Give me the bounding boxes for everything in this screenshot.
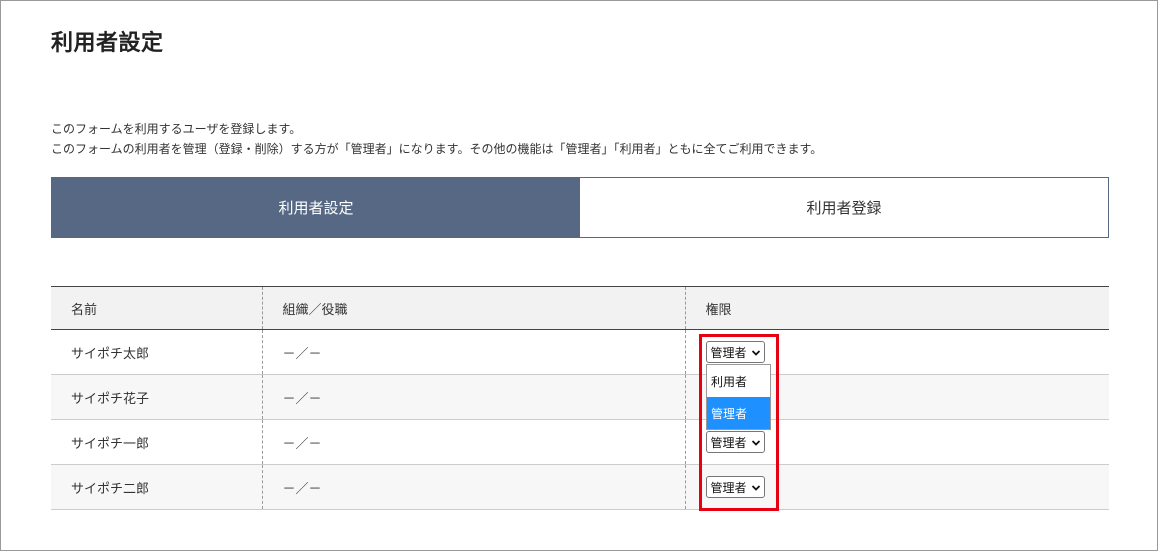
table-row: サイポチ太郎 －／－ 管理者 [51,329,1109,375]
chevron-down-icon [751,437,761,447]
user-name-cell: サイポチ一郎 [51,419,262,465]
role-select-value: 管理者 [710,345,747,360]
role-select-value: 管理者 [710,435,747,450]
header-organization-position: 組織／役職 [261,286,685,330]
user-org-cell: －／－ [261,329,685,375]
page-frame: 利用者設定 このフォームを利用するユーザを登録します。 このフォームの利用者を管… [0,0,1158,551]
role-option-user[interactable]: 利用者 [707,365,770,397]
table-row: サイポチ二郎 －／－ 管理者 [51,464,1109,510]
role-select[interactable]: 管理者 [705,341,765,363]
user-role-cell: 管理者 [684,464,1109,510]
table-row: サイポチ一郎 －／－ 管理者 [51,419,1109,465]
tab-bar: 利用者設定 利用者登録 [51,177,1109,238]
role-select[interactable]: 管理者 [705,476,765,498]
role-select-value: 管理者 [710,480,747,495]
user-name-cell: サイポチ太郎 [51,329,262,375]
user-org-cell: －／－ [261,419,685,465]
chevron-down-icon [751,482,761,492]
description-line-2: このフォームの利用者を管理（登録・削除）する方が「管理者」になります。その他の機… [51,142,823,156]
header-permission: 権限 [684,286,1109,330]
tab-user-registration[interactable]: 利用者登録 [580,178,1108,237]
table-row: サイポチ花子 －／－ [51,374,1109,420]
user-org-cell: －／－ [261,464,685,510]
user-org-cell: －／－ [261,374,685,420]
page-title: 利用者設定 [51,31,164,56]
page-description: このフォームを利用するユーザを登録します。 このフォームの利用者を管理（登録・削… [51,119,822,159]
role-select[interactable]: 管理者 [705,431,765,453]
description-line-1: このフォームを利用するユーザを登録します。 [51,122,302,136]
user-name-cell: サイポチ二郎 [51,464,262,510]
role-option-admin[interactable]: 管理者 [707,397,770,429]
role-dropdown-list: 利用者 管理者 [706,364,771,430]
table-header-row: 名前 組織／役職 権限 [51,286,1109,330]
chevron-down-icon [751,347,761,357]
user-table: 名前 組織／役職 権限 サイポチ太郎 －／－ 管理者 サイポチ花子 －／－ サイ… [51,286,1109,510]
tab-user-settings[interactable]: 利用者設定 [52,178,580,237]
user-name-cell: サイポチ花子 [51,374,262,420]
header-name: 名前 [51,286,262,330]
